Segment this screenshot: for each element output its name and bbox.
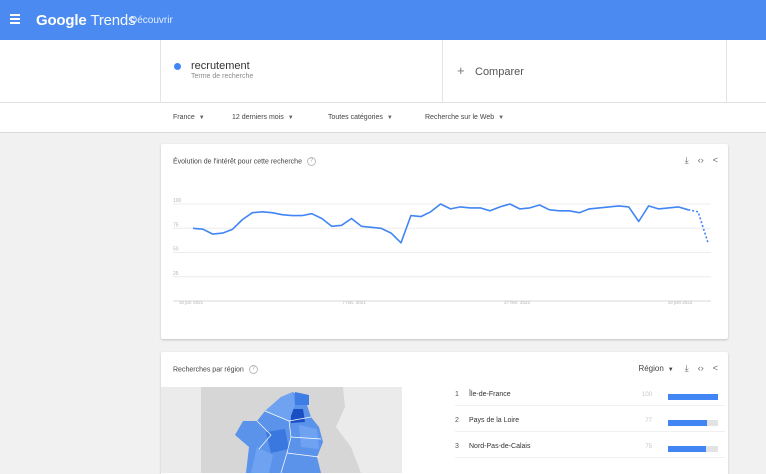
y-tick-label: 100	[173, 198, 182, 204]
logo-main-text: Google	[36, 12, 87, 29]
region-bar-fill	[668, 394, 718, 400]
region-bar-track	[668, 446, 718, 452]
search-term-card[interactable]: recrutement Terme de recherche	[160, 40, 443, 103]
y-tick-label: 25	[173, 271, 179, 277]
filter-search-type-label: Recherche sur le Web	[425, 114, 495, 121]
region-name[interactable]: Île-de-France	[469, 391, 511, 398]
x-tick-label: 18 juil. 2021	[179, 300, 204, 305]
download-icon[interactable]: ⤓	[685, 155, 689, 165]
series-line-partial	[688, 209, 709, 244]
caret-down-icon: ▼	[198, 115, 205, 121]
region-row[interactable]: 3 Nord-Pas-de-Calais 75	[455, 438, 725, 458]
x-tick-label: 27 févr. 2022	[504, 300, 531, 305]
download-icon[interactable]: ⤓	[685, 363, 689, 373]
region-bar-fill	[668, 446, 706, 452]
filter-category-label: Toutes catégories	[328, 114, 383, 121]
region-row[interactable]: 2 Pays de la Loire 77	[455, 412, 725, 432]
google-trends-logo[interactable]: Google Trends	[36, 12, 136, 29]
region-name[interactable]: Nord-Pas-de-Calais	[469, 443, 530, 450]
compare-label[interactable]: Comparer	[475, 66, 524, 78]
filter-time-range-label: 12 derniers mois	[232, 114, 284, 121]
region-value: 77	[645, 418, 652, 424]
interest-over-time-card: Évolution de l'intérêt pour cette recher…	[161, 144, 728, 339]
filter-time-range[interactable]: 12 derniers mois ▼	[232, 114, 294, 121]
region-card-title-text: Recherches par région	[173, 366, 244, 374]
interest-card-title: Évolution de l'intérêt pour cette recher…	[173, 157, 316, 166]
top-bar: Google Trends Découvrir	[0, 0, 766, 40]
region-bar-fill	[668, 420, 707, 426]
y-tick-label: 50	[173, 247, 179, 253]
menu-icon[interactable]	[10, 14, 20, 24]
region-card: Recherches par région? Région ▼ ⤓ ‹› < 1 Île…	[161, 352, 728, 474]
help-icon[interactable]: ?	[248, 365, 258, 374]
series-line	[192, 203, 689, 244]
search-term-type: Terme de recherche	[191, 73, 254, 80]
region-card-actions: Région ▼ ⤓ ‹› <	[620, 363, 718, 374]
share-icon[interactable]: <	[713, 155, 718, 165]
filter-country-label: France	[173, 114, 195, 121]
region-bar-track	[668, 420, 718, 426]
rank-number: 1	[455, 391, 459, 398]
interest-card-actions: ⤓ ‹› <	[676, 155, 718, 166]
y-tick-label: 75	[173, 222, 179, 228]
filter-search-type[interactable]: Recherche sur le Web ▼	[425, 114, 504, 121]
rank-number: 2	[455, 417, 459, 424]
plus-icon[interactable]: +	[457, 63, 465, 78]
nav-discover-link[interactable]: Découvrir	[130, 15, 173, 26]
filter-bar: France ▼ 12 derniers mois ▼ Toutes catégor…	[0, 103, 766, 133]
help-icon[interactable]: ?	[306, 157, 316, 166]
region-value: 100	[641, 392, 652, 398]
logo-sub-text: Trends	[90, 12, 136, 29]
search-term-name[interactable]: recrutement	[191, 60, 250, 72]
region-card-title: Recherches par région?	[173, 365, 258, 374]
region-bar-track	[668, 394, 718, 400]
region-select-label: Région	[638, 364, 664, 373]
caret-down-icon: ▼	[287, 115, 294, 121]
embed-icon[interactable]: ‹›	[698, 155, 704, 165]
rank-number: 3	[455, 443, 459, 450]
france-region-map[interactable]	[161, 387, 402, 473]
search-term-strip: recrutement Terme de recherche + Compare…	[0, 40, 766, 103]
caret-down-icon: ▼	[498, 115, 505, 121]
region-ile-de-france[interactable]	[291, 409, 305, 423]
compare-card[interactable]: + Comparer	[443, 40, 727, 103]
interest-card-title-text: Évolution de l'intérêt pour cette recher…	[173, 158, 302, 166]
filter-country[interactable]: France ▼	[173, 114, 205, 121]
series-color-dot	[174, 63, 181, 70]
x-tick-label: 19 juin 2022	[668, 300, 693, 305]
caret-down-icon: ▼	[667, 367, 674, 373]
region-name[interactable]: Pays de la Loire	[469, 417, 519, 424]
filter-category[interactable]: Toutes catégories ▼	[328, 114, 393, 121]
share-icon[interactable]: <	[713, 363, 718, 373]
interest-line-chart: 100 75 50 25 18 juil. 2021 7 nov. 2021 27 févr…	[173, 198, 711, 305]
region-value: 75	[645, 444, 652, 450]
region-resolution-select[interactable]: Région ▼	[629, 364, 673, 373]
x-tick-label: 7 nov. 2021	[342, 300, 366, 305]
map-svg	[161, 387, 402, 473]
region-row[interactable]: 1 Île-de-France 100	[455, 386, 725, 406]
embed-icon[interactable]: ‹›	[698, 363, 704, 373]
caret-down-icon: ▼	[386, 115, 393, 121]
